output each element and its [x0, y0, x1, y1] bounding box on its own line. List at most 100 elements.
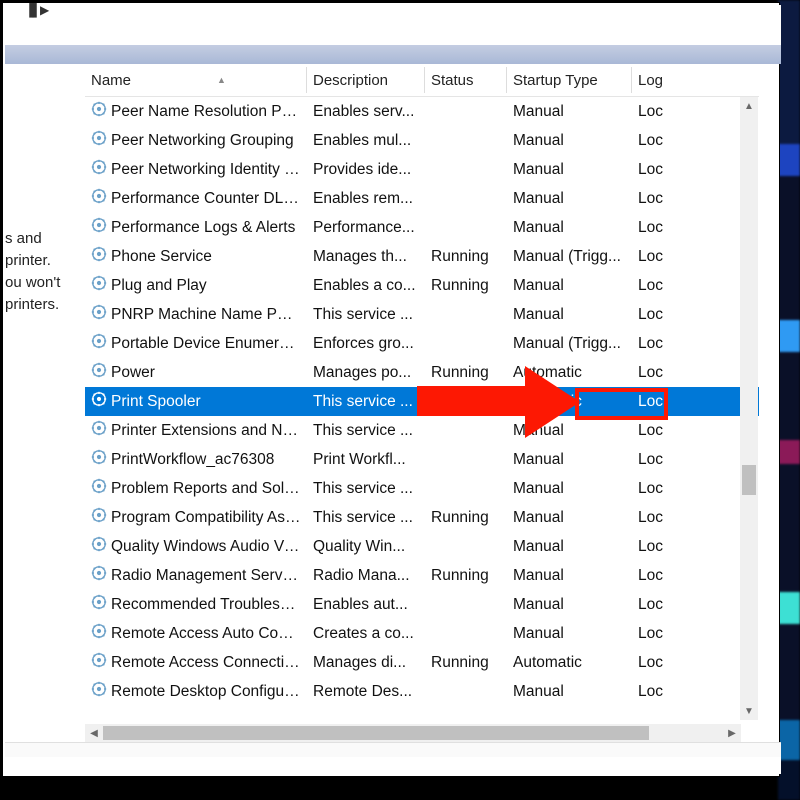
service-logon: Loc	[632, 190, 672, 208]
column-name[interactable]: Name ▲	[85, 64, 307, 96]
table-row[interactable]: Remote Access Connection ... Manages di..…	[85, 648, 759, 677]
service-gear-icon	[91, 101, 107, 122]
service-description: Performance...	[307, 219, 425, 237]
service-startup-type: Manual	[507, 683, 632, 701]
column-logon[interactable]: Log	[632, 64, 672, 96]
table-row[interactable]: Print SpoolerThis service ...RunningAuto…	[85, 387, 759, 416]
service-logon: Loc	[632, 596, 672, 614]
service-logon: Loc	[632, 335, 672, 353]
services-window: ▐▌▶ s and printer. ou won't printers. Na…	[2, 2, 780, 777]
table-row[interactable]: PNRP Machine Name Public...This service …	[85, 300, 759, 329]
footer-tab-strip	[5, 742, 781, 757]
service-status: Running	[425, 567, 507, 585]
table-row[interactable]: Peer Networking Identity M... Provides id…	[85, 155, 759, 184]
scroll-down-icon[interactable]: ▼	[740, 702, 758, 720]
column-startup[interactable]: Startup Type	[507, 64, 632, 96]
grid-header: Name ▲ Description Status Startup Type L…	[85, 64, 759, 97]
service-description: Manages th...	[307, 248, 425, 266]
service-name: Problem Reports and Soluti...	[111, 480, 301, 498]
service-logon: Loc	[632, 625, 672, 643]
horizontal-scrollbar[interactable]: ◀ ▶	[85, 724, 741, 742]
service-description: Print Workfl...	[307, 451, 425, 469]
column-status[interactable]: Status	[425, 64, 507, 96]
service-gear-icon	[91, 362, 107, 383]
desc-line: s and	[5, 228, 77, 250]
table-row[interactable]: Quality Windows Audio Vid... Quality Win.…	[85, 532, 759, 561]
service-startup-type: Automatic	[507, 364, 632, 382]
service-name: Peer Name Resolution Proto...	[111, 103, 301, 121]
service-description: This service ...	[307, 509, 425, 527]
service-gear-icon	[91, 594, 107, 615]
services-list-panel: s and printer. ou won't printers. Name ▲…	[5, 64, 759, 742]
service-logon: Loc	[632, 422, 672, 440]
table-row[interactable]: Remote Access Auto Conne...Creates a co.…	[85, 619, 759, 648]
table-row[interactable]: Peer Name Resolution Proto... Enables ser…	[85, 97, 759, 126]
service-gear-icon	[91, 681, 107, 702]
service-startup-type: Manual	[507, 625, 632, 643]
service-logon: Loc	[632, 683, 672, 701]
service-gear-icon	[91, 246, 107, 267]
service-startup-type: Manual	[507, 161, 632, 179]
table-row[interactable]: Portable Device Enumerator ...Enforces g…	[85, 329, 759, 358]
table-row[interactable]: Remote Desktop Configurati...Remote Des.…	[85, 677, 759, 706]
table-row[interactable]: Problem Reports and Soluti... This servic…	[85, 474, 759, 503]
service-startup-type: Manual	[507, 219, 632, 237]
service-name: Remote Access Connection ...	[111, 654, 301, 672]
service-gear-icon	[91, 507, 107, 528]
service-description: Provides ide...	[307, 161, 425, 179]
table-row[interactable]: Performance Counter DLL H...Enables rem.…	[85, 184, 759, 213]
table-row[interactable]: Program Compatibility Assis...This servi…	[85, 503, 759, 532]
column-description[interactable]: Description	[307, 64, 425, 96]
service-gear-icon	[91, 188, 107, 209]
service-name: Power	[111, 364, 301, 382]
service-startup-type: Manual (Trigg...	[507, 335, 632, 353]
service-logon: Loc	[632, 248, 672, 266]
service-gear-icon	[91, 449, 107, 470]
table-row[interactable]: PowerManages po...RunningAutomaticLoc	[85, 358, 759, 387]
table-row[interactable]: Radio Management ServiceRadio Mana...Run…	[85, 561, 759, 590]
service-name: Peer Networking Identity M...	[111, 161, 301, 179]
hscroll-thumb[interactable]	[103, 726, 649, 740]
toolbar-icon-fragment: ▐▌▶	[25, 3, 48, 17]
service-name: Performance Logs & Alerts	[111, 219, 301, 237]
table-row[interactable]: Recommended Troubleshoo...Enables aut...…	[85, 590, 759, 619]
service-gear-icon	[91, 565, 107, 586]
table-row[interactable]: Plug and PlayEnables a co...RunningManua…	[85, 271, 759, 300]
service-description: This service ...	[307, 480, 425, 498]
scroll-right-icon[interactable]: ▶	[723, 724, 741, 742]
table-row[interactable]: Phone ServiceManages th...RunningManual …	[85, 242, 759, 271]
sort-asc-icon: ▲	[217, 75, 226, 85]
vscroll-thumb[interactable]	[742, 465, 756, 495]
desc-line: printer.	[5, 250, 77, 272]
description-pane-fragment: s and printer. ou won't printers.	[5, 64, 85, 742]
table-row[interactable]: Peer Networking GroupingEnables mul...Ma…	[85, 126, 759, 155]
desktop-wallpaper-strip	[778, 0, 800, 800]
service-status: Running	[425, 654, 507, 672]
service-gear-icon	[91, 217, 107, 238]
scroll-left-icon[interactable]: ◀	[85, 724, 103, 742]
vertical-scrollbar[interactable]: ▲ ▼	[740, 97, 758, 720]
service-gear-icon	[91, 536, 107, 557]
service-description: Quality Win...	[307, 538, 425, 556]
service-gear-icon	[91, 478, 107, 499]
service-name: Performance Counter DLL H...	[111, 190, 301, 208]
service-description: Creates a co...	[307, 625, 425, 643]
table-row[interactable]: PrintWorkflow_ac76308Print Workfl...Manu…	[85, 445, 759, 474]
service-startup-type: Manual	[507, 277, 632, 295]
service-name: Plug and Play	[111, 277, 301, 295]
service-name: Quality Windows Audio Vid...	[111, 538, 301, 556]
service-description: This service ...	[307, 422, 425, 440]
service-description: Manages di...	[307, 654, 425, 672]
service-startup-type: Manual (Trigg...	[507, 248, 632, 266]
service-logon: Loc	[632, 219, 672, 237]
services-grid[interactable]: Name ▲ Description Status Startup Type L…	[85, 64, 759, 720]
table-row[interactable]: Performance Logs & Alerts Performance... M…	[85, 213, 759, 242]
service-logon: Loc	[632, 306, 672, 324]
service-description: Enables serv...	[307, 103, 425, 121]
service-gear-icon	[91, 130, 107, 151]
toolbar-fragment: ▐▌▶	[5, 5, 781, 20]
desc-line: ou won't	[5, 272, 77, 294]
service-logon: Loc	[632, 161, 672, 179]
table-row[interactable]: Printer Extensions and Notifi...This ser…	[85, 416, 759, 445]
scroll-up-icon[interactable]: ▲	[740, 97, 758, 115]
